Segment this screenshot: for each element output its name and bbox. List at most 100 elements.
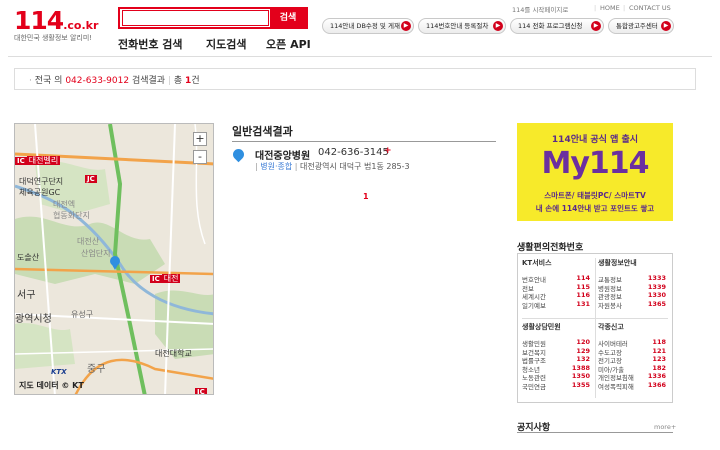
summary-divider: | <box>167 76 172 86</box>
phone-program-button[interactable]: 114 전화 프로그램신청 ▶ <box>510 18 604 34</box>
summary-label: 검색결과 <box>131 76 166 86</box>
directory-col-divider <box>595 258 596 398</box>
result-category[interactable]: 병원·종합 <box>260 162 292 171</box>
result-name[interactable]: 대전중앙병원 <box>255 147 310 162</box>
ad-line2: My114 <box>541 146 649 181</box>
results-title: 일반검색결과 <box>232 125 293 138</box>
top-sep: | <box>594 4 597 12</box>
search-input[interactable] <box>122 10 269 26</box>
directory-item-number: 121 <box>652 346 666 355</box>
directory-item-number: 1350 <box>571 372 590 381</box>
arrow-right-icon: ▶ <box>401 21 411 31</box>
bracket-close: | <box>294 162 298 171</box>
top-sep: | <box>623 4 626 12</box>
map-label: 협동화단지 <box>53 211 90 220</box>
search-summary-bar: · 전국 의 042-633-9012 검색결과 | 총 1건 <box>14 68 696 90</box>
map-label: 광역시청 <box>15 314 52 325</box>
register-guide-button[interactable]: 114번호안내 등록절차 ▶ <box>418 18 506 34</box>
directory-item-number: 120 <box>576 338 590 346</box>
advertiser-center-button[interactable]: 통합광고주센터 ▶ <box>608 18 674 34</box>
directory-section-heading: 생활상담민원 <box>522 323 561 331</box>
directory-item-number: 1330 <box>647 291 666 300</box>
map-pin-icon[interactable] <box>230 146 247 163</box>
map-label: 대덕연구단지 <box>19 177 64 186</box>
ad-line1: 114안내 공식 앱 출시 <box>551 135 639 145</box>
directory-item-label: 여성폭력피해 <box>598 383 634 391</box>
notice-more-link[interactable]: more+ <box>654 423 676 431</box>
directory-item-number: 116 <box>576 291 590 300</box>
header-divider <box>8 56 712 57</box>
directory-row-divider <box>522 318 668 319</box>
nav-open-api[interactable]: 오픈 API <box>266 36 311 52</box>
directory-item-label: 자원봉사 <box>598 301 622 310</box>
logo-main: 114 <box>14 6 64 35</box>
zoom-in-button[interactable]: + <box>193 132 207 146</box>
map-view[interactable]: + - IC 대전벨리 JC 대덕연구단지 체육공원GC 대전엑 협동화단지 대전… <box>14 123 214 395</box>
ad-line4: 내 손에 114안내 받고 포인트도 쌓고 <box>535 204 655 213</box>
logo-domain: .co.kr <box>63 19 99 32</box>
directory-item-number: 123 <box>652 355 666 364</box>
register-guide-label: 114번호안내 등록절차 <box>426 22 489 30</box>
logo-tagline: 대한민국 생활정보 알리미! <box>14 34 93 42</box>
map-label: 대전엑 <box>53 200 76 209</box>
map-label: 서구 <box>17 290 36 301</box>
arrow-right-icon: ▶ <box>661 21 671 31</box>
map-label: 산업단지 <box>81 249 111 258</box>
map-label: 유성구 <box>71 310 94 319</box>
map-ic-label: IC 대전 <box>150 266 181 285</box>
result-add-button[interactable]: + <box>384 146 392 156</box>
logo[interactable]: 114.co.kr <box>14 6 98 35</box>
result-phone: 042-636-3145 <box>318 147 389 158</box>
summary-number: 042-633-9012 <box>65 76 130 86</box>
search-box: 검색 <box>118 7 308 29</box>
result-address: 대전광역시 대덕구 법1동 285-3 <box>300 162 410 171</box>
directory-item-number: 1336 <box>647 372 666 381</box>
map-label: 도솔산 <box>17 253 40 262</box>
directory-item-number: 118 <box>652 338 666 346</box>
summary-prefix: 전국 의 <box>34 76 63 86</box>
page-1[interactable]: 1 <box>363 192 369 201</box>
nav-map-search[interactable]: 지도검색 <box>206 36 246 52</box>
summary-count-prefix: 총 <box>173 76 183 86</box>
ad-line3: 스마트폰/ 태블릿PC/ 스마트TV <box>544 191 646 200</box>
directory-item-number: 182 <box>652 363 666 372</box>
bracket-open: | <box>255 162 258 171</box>
ic-badge: IC <box>15 157 27 165</box>
map-jc-label: JC <box>85 166 97 185</box>
set-homepage-link[interactable]: 114를 시작페이지로 <box>512 4 568 14</box>
directory-item-number: 114 <box>576 274 590 282</box>
map-label: 체육공원GC <box>19 188 61 197</box>
ic-badge: IC <box>195 388 207 395</box>
directory-item-number: 1366 <box>647 381 666 389</box>
nav-phone-search[interactable]: 전화번호 검색 <box>118 36 183 52</box>
results-divider <box>232 141 496 142</box>
advertiser-center-label: 통합광고주센터 <box>616 22 658 30</box>
zoom-out-button[interactable]: - <box>193 150 207 164</box>
directory-item-label: 국민연금 <box>522 383 546 391</box>
map-ic-label: IC 대전벨리 <box>15 148 61 167</box>
map-label: 대전벨리 <box>26 156 61 165</box>
directory-item-number: 115 <box>576 282 590 291</box>
directory-section-heading: 생활정보안내 <box>598 259 637 267</box>
directory-item-number: 1355 <box>571 381 590 389</box>
summary-count-suffix: 건 <box>191 76 200 86</box>
map-label: 대전산 <box>77 237 100 246</box>
directory-item-number: 131 <box>576 299 590 308</box>
search-button[interactable]: 검색 <box>270 9 306 27</box>
db-edit-label: 114안내 DB수정 및 게재 <box>330 22 400 30</box>
directory-item-number: 1388 <box>571 363 590 372</box>
search-summary: · 전국 의 042-633-9012 검색결과 | 총 1건 <box>29 73 200 86</box>
db-edit-button[interactable]: 114안내 DB수정 및 게재 ▶ <box>322 18 414 34</box>
directory-item-number: 1339 <box>647 282 666 291</box>
map-copyright: 지도 데이터 © KT <box>19 381 84 390</box>
home-link[interactable]: HOME <box>600 4 620 12</box>
contact-link[interactable]: CONTACT US <box>629 4 671 12</box>
arrow-right-icon: ▶ <box>591 21 601 31</box>
app-ad-banner[interactable]: 114안내 공식 앱 출시 My114 스마트폰/ 태블릿PC/ 스마트TV 내… <box>517 123 673 221</box>
ktx-label: KTX <box>51 368 67 376</box>
directory-item-number: 1333 <box>647 274 666 282</box>
directory-box: KT서비스 번호안내 114 전보 115 세계시간 116 일기예보 131 생활정보안내 교통정… <box>517 253 673 403</box>
arrow-right-icon: ▶ <box>493 21 503 31</box>
jc-badge: JC <box>85 175 97 183</box>
result-category-wrap: | 병원·종합 | 대전광역시 대덕구 법1동 285-3 <box>255 161 410 172</box>
